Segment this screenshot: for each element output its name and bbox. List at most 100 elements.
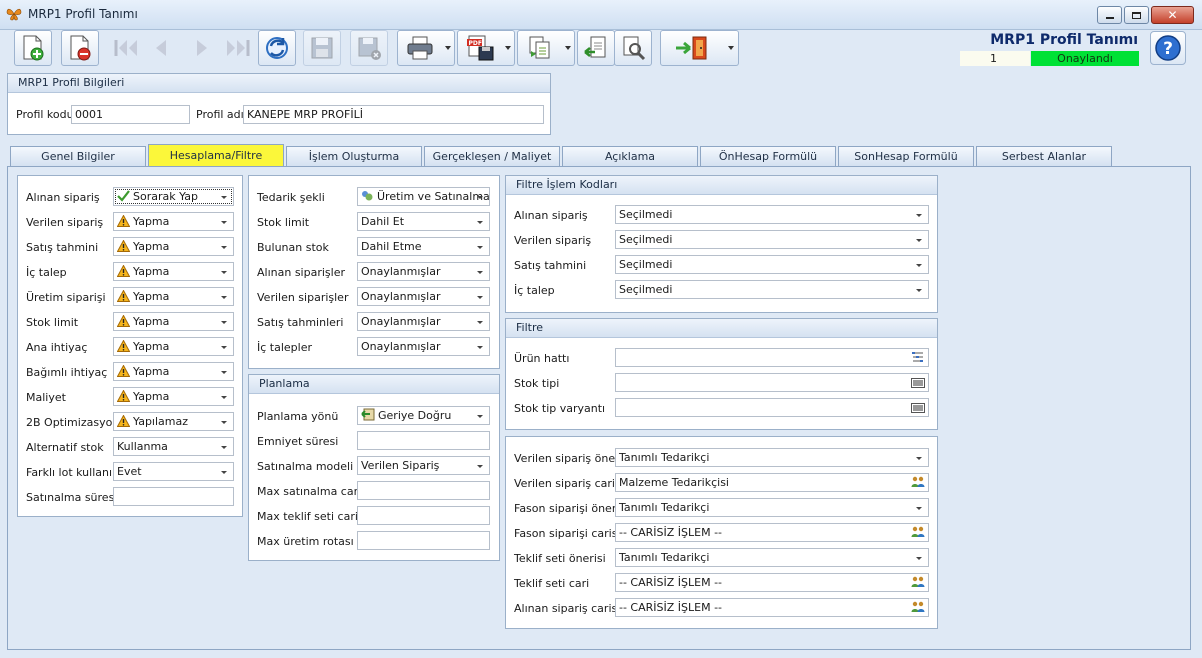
supplier-0-combo[interactable]: Tanımlı Tedarikçi — [615, 448, 929, 467]
exit-button[interactable] — [660, 30, 724, 66]
tab-6[interactable]: SonHesap Formülü — [838, 146, 974, 166]
refresh-button[interactable] — [258, 30, 296, 66]
calc-option-4-combo[interactable]: Yapma — [113, 287, 234, 306]
supplier-5-input[interactable]: -- CARİSİZ İŞLEM -- — [615, 573, 929, 592]
calc-option-7-value: Yapma — [133, 365, 170, 378]
tab-2[interactable]: İşlem Oluşturma — [286, 146, 422, 166]
max-route-input[interactable] — [357, 531, 490, 550]
planning-direction-label: Planlama yönü — [257, 410, 339, 423]
pdf-export-button[interactable]: PDF — [457, 30, 502, 66]
supply-option-4-combo[interactable]: Onaylanmışlar — [357, 287, 490, 306]
supply-option-3-combo[interactable]: Onaylanmışlar — [357, 262, 490, 281]
calc-option-3-combo[interactable]: Yapma — [113, 262, 234, 281]
tab-3[interactable]: Gerçekleşen / Maliyet — [424, 146, 560, 166]
calc-option-6-combo[interactable]: Yapma — [113, 337, 234, 356]
chevron-down-icon — [221, 396, 227, 399]
filter-code-2-combo[interactable]: Seçilmedi — [615, 255, 929, 274]
warning-icon — [116, 264, 131, 280]
filter-0-input[interactable] — [615, 348, 929, 367]
supplier-1-value: Malzeme Tedarikçisi — [619, 476, 729, 489]
supplier-1-input[interactable]: Malzeme Tedarikçisi — [615, 473, 929, 492]
tree-icon[interactable] — [911, 351, 925, 366]
calc-option-10-combo[interactable]: Kullanma — [113, 437, 234, 456]
prev-record-button[interactable] — [142, 30, 180, 66]
barcode-icon[interactable] — [911, 376, 925, 391]
users-lookup-icon[interactable] — [911, 476, 925, 491]
help-button[interactable]: ? — [1150, 31, 1186, 65]
calc-option-0-combo[interactable]: Sorarak Yap — [113, 187, 234, 206]
calc-option-1-value: Yapma — [133, 215, 170, 228]
calc-option-9-combo[interactable]: Yapılamaz — [113, 412, 234, 431]
print-dropdown[interactable] — [441, 30, 455, 66]
calc-option-7-combo[interactable]: Yapma — [113, 362, 234, 381]
calc-option-2-combo[interactable]: Yapma — [113, 237, 234, 256]
purchase-time-input[interactable] — [113, 487, 234, 506]
last-record-button[interactable] — [219, 30, 257, 66]
tab-4[interactable]: Açıklama — [562, 146, 698, 166]
chevron-down-icon — [221, 346, 227, 349]
supply-option-0-value: Üretim ve Satınalma — [377, 190, 490, 203]
calc-option-8-value: Yapma — [133, 390, 170, 403]
supplier-2-combo[interactable]: Tanımlı Tedarikçi — [615, 498, 929, 517]
filter-2-input[interactable] — [615, 398, 929, 417]
save-close-button[interactable] — [350, 30, 388, 66]
tab-5[interactable]: ÖnHesap Formülü — [700, 146, 836, 166]
copy-dropdown[interactable] — [561, 30, 575, 66]
pdf-dropdown[interactable] — [501, 30, 515, 66]
exit-dropdown[interactable] — [723, 30, 739, 66]
filter-code-0-combo[interactable]: Seçilmedi — [615, 205, 929, 224]
minimize-button[interactable] — [1097, 6, 1122, 24]
next-record-button[interactable] — [183, 30, 221, 66]
barcode-icon[interactable] — [911, 401, 925, 416]
filter-code-3-combo[interactable]: Seçilmedi — [615, 280, 929, 299]
import-button[interactable] — [577, 30, 615, 66]
first-record-button[interactable] — [107, 30, 145, 66]
filter-1-input[interactable] — [615, 373, 929, 392]
chevron-down-icon — [916, 457, 922, 460]
tab-0[interactable]: Genel Bilgiler — [10, 146, 146, 166]
copy-icon — [529, 36, 549, 59]
save-button[interactable] — [303, 30, 341, 66]
supplier-4-combo[interactable]: Tanımlı Tedarikçi — [615, 548, 929, 567]
chevron-down-icon — [444, 46, 451, 50]
safety-time-input[interactable] — [357, 431, 490, 450]
calc-option-6-value: Yapma — [133, 340, 170, 353]
supplier-6-input[interactable]: -- CARİSİZ İŞLEM -- — [615, 598, 929, 617]
max-offer-input[interactable] — [357, 506, 490, 525]
supply-option-2-combo[interactable]: Dahil Etme — [357, 237, 490, 256]
new-record-button[interactable] — [14, 30, 52, 66]
calc-option-5-combo[interactable]: Yapma — [113, 312, 234, 331]
profile-code-input[interactable]: 0001 — [71, 105, 190, 124]
supply-option-3-value: Onaylanmışlar — [361, 265, 441, 278]
close-button[interactable]: ✕ — [1151, 6, 1194, 24]
maximize-button[interactable] — [1124, 6, 1149, 24]
calc-option-1-combo[interactable]: Yapma — [113, 212, 234, 231]
calc-option-11-combo[interactable]: Evet — [113, 462, 234, 481]
delete-record-button[interactable] — [61, 30, 99, 66]
supply-option-5-combo[interactable]: Onaylanmışlar — [357, 312, 490, 331]
exit-icon — [676, 36, 707, 60]
supply-option-5-label: Satış tahminleri — [257, 316, 344, 329]
purchase-model-combo[interactable]: Verilen Sipariş — [357, 456, 490, 475]
users-lookup-icon[interactable] — [911, 601, 925, 616]
check-icon — [117, 190, 130, 205]
tools-button[interactable] — [614, 30, 652, 66]
users-lookup-icon[interactable] — [911, 526, 925, 541]
supply-option-1-combo[interactable]: Dahil Et — [357, 212, 490, 231]
copy-button[interactable] — [517, 30, 562, 66]
max-purchase-input[interactable] — [357, 481, 490, 500]
tab-7[interactable]: Serbest Alanlar — [976, 146, 1112, 166]
filter-code-1-combo[interactable]: Seçilmedi — [615, 230, 929, 249]
print-button[interactable] — [397, 30, 442, 66]
calc-option-8-label: Maliyet — [26, 391, 66, 404]
supplier-3-input[interactable]: -- CARİSİZ İŞLEM -- — [615, 523, 929, 542]
supply-option-6-combo[interactable]: Onaylanmışlar — [357, 337, 490, 356]
supply-option-0-combo[interactable]: Üretim ve Satınalma — [357, 187, 490, 206]
tab-1[interactable]: Hesaplama/Filtre — [148, 144, 284, 167]
supply-option-3-label: Alınan siparişler — [257, 266, 345, 279]
users-lookup-icon[interactable] — [911, 576, 925, 591]
calc-option-8-combo[interactable]: Yapma — [113, 387, 234, 406]
planning-direction-combo[interactable]: Geriye Doğru — [357, 406, 490, 425]
profile-name-input[interactable]: KANEPE MRP PROFİLİ — [243, 105, 544, 124]
chevron-down-icon — [916, 557, 922, 560]
